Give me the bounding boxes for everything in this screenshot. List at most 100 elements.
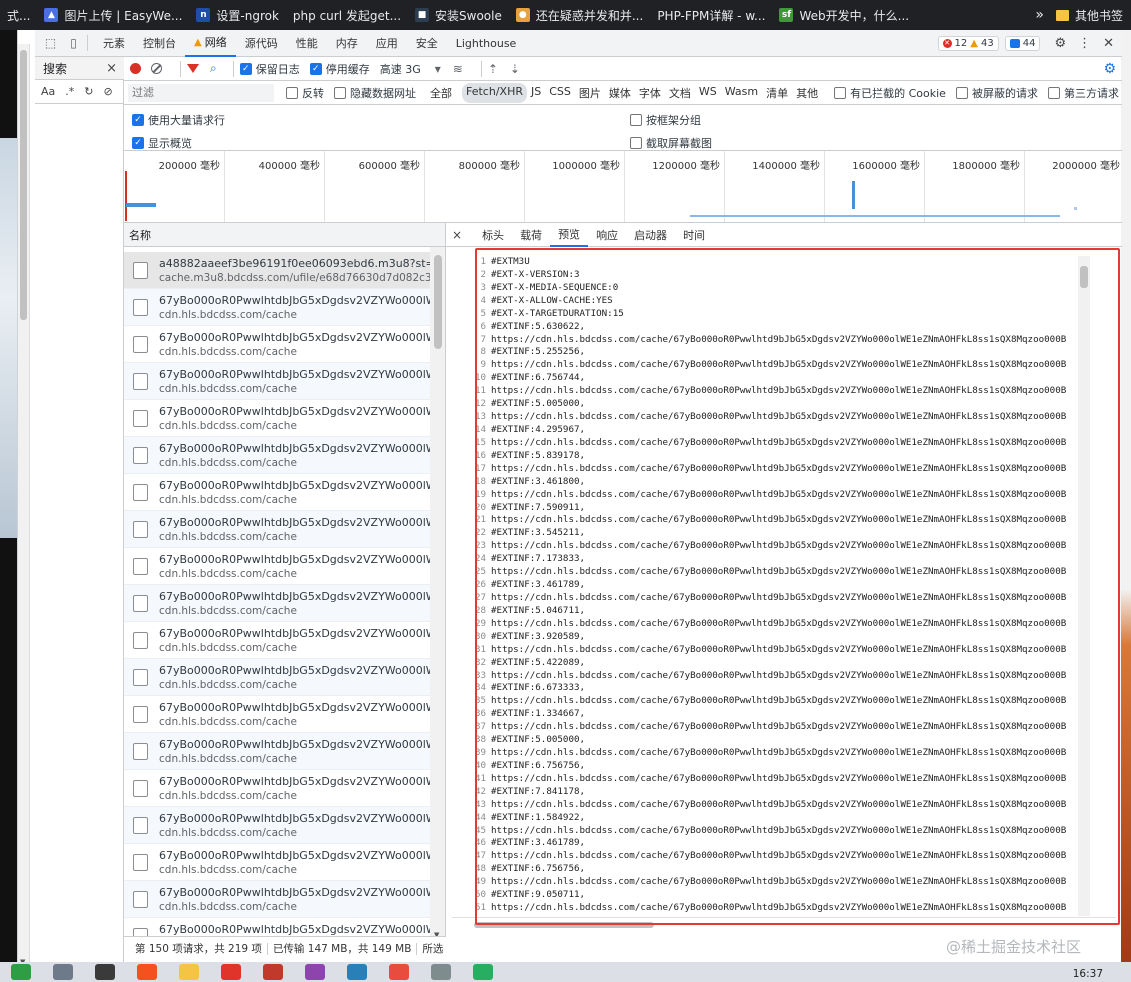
bookmark-item[interactable]: ● 还在疑惑并发和并... — [509, 0, 650, 30]
type-filter-0[interactable]: Fetch/XHR — [462, 82, 527, 103]
invert-checkbox[interactable]: 反转 — [286, 85, 324, 101]
detail-tab-3[interactable]: 响应 — [588, 223, 626, 247]
tab-2[interactable]: ▲ 网络 — [185, 30, 236, 57]
type-filter-7[interactable]: WS — [695, 83, 721, 103]
table-row[interactable]: 67yBo000oR0PwwlhtdbJbG5xDgdsv2VZYWo000lW… — [124, 696, 430, 733]
close-detail-icon[interactable]: × — [452, 228, 462, 242]
type-filter-8[interactable]: Wasm — [721, 83, 762, 103]
app-icon[interactable] — [221, 964, 241, 980]
inspect-element-icon[interactable]: ⬚ — [43, 36, 58, 51]
tab-5[interactable]: 内存 — [327, 30, 367, 57]
filter-icon[interactable] — [187, 64, 199, 73]
preview-content[interactable]: 1 #EXTM3U 2 #EXT-X-VERSION:3 3 #EXT-X-MEDIA-S… — [475, 256, 1104, 916]
export-har-icon[interactable]: ⇣ — [510, 62, 520, 76]
scrollbar-thumb[interactable] — [20, 50, 27, 320]
app-icon[interactable] — [263, 964, 283, 980]
tab-8[interactable]: Lighthouse — [447, 30, 526, 57]
table-row[interactable]: 67yBo000oR0PwwlhtdbJbG5xDgdsv2VZYWo000lW… — [124, 881, 430, 918]
type-filter-3[interactable]: 图片 — [575, 83, 605, 103]
wechat-app-icon[interactable] — [11, 964, 31, 980]
search-panel-close-icon[interactable]: × — [106, 61, 117, 76]
type-filter-9[interactable]: 清单 — [762, 83, 792, 103]
bookmark-item[interactable]: php curl 发起get... — [286, 0, 408, 30]
type-filter-6[interactable]: 文档 — [665, 83, 695, 103]
tab-4[interactable]: 性能 — [287, 30, 327, 57]
show-overview-checkbox[interactable]: ✓ 显示概览 — [132, 135, 192, 151]
tab-6[interactable]: 应用 — [367, 30, 407, 57]
table-row[interactable]: 67yBo000oR0PwwlhtdbJbG5xDgdsv2VZYWo000lW… — [124, 326, 430, 363]
disable-cache-checkbox[interactable]: ✓ 停用缓存 — [309, 61, 370, 77]
hex-editor-icon[interactable] — [305, 964, 325, 980]
detail-tab-5[interactable]: 时间 — [675, 223, 713, 247]
detail-tab-0[interactable]: 标头 — [474, 223, 512, 247]
import-har-icon[interactable]: ⇡ — [488, 62, 498, 76]
app-icon[interactable] — [53, 964, 73, 980]
error-counter[interactable]: ✕ 12 ▲ 43 — [937, 35, 999, 51]
request-list-scrollbar[interactable]: ▼ — [430, 247, 445, 939]
preview-horizontal-scrollbar[interactable] — [452, 917, 1116, 931]
scrollbar-thumb[interactable] — [474, 922, 654, 928]
device-toolbar-icon[interactable]: ▯ — [66, 36, 81, 51]
regex-icon[interactable]: .* — [65, 85, 74, 98]
detail-tab-1[interactable]: 载荷 — [512, 223, 550, 247]
bookmark-item[interactable]: ■ 安装Swoole — [408, 0, 509, 30]
table-row[interactable]: 67yBo000oR0PwwlhtdbJbG5xDgdsv2VZYWo000lW… — [124, 289, 430, 326]
table-row[interactable]: 67yBo000oR0PwwlhtdbJbG5xDgdsv2VZYWo000lW… — [124, 622, 430, 659]
table-row[interactable]: 67yBo000oR0PwwlhtdbJbG5xDgdsv2VZYWo000lW… — [124, 585, 430, 622]
tab-7[interactable]: 安全 — [407, 30, 447, 57]
clear-search-icon[interactable]: ⊘ — [103, 85, 112, 98]
timeline-overview[interactable]: 200000 毫秒 400000 毫秒 600000 毫秒 800000 毫秒 1000… — [124, 151, 1122, 223]
other-bookmarks-folder[interactable]: 其他书签 — [1052, 7, 1131, 24]
bookmark-item[interactable]: n 设置-ngrok — [189, 0, 286, 30]
capture-screenshots-checkbox[interactable]: 截取屏幕截图 — [630, 135, 712, 151]
hide-data-urls-checkbox[interactable]: 隐藏数据网址 — [334, 85, 416, 101]
tab-3[interactable]: 源代码 — [236, 30, 287, 57]
third-party-checkbox[interactable]: 第三方请求 — [1047, 85, 1119, 101]
group-by-frame-checkbox[interactable]: 按框架分组 — [630, 112, 701, 128]
table-row[interactable]: a48882aaeef3be96191f0ee06093ebd6.m3u8?st… — [124, 252, 430, 289]
blocked-requests-checkbox[interactable]: 被屏蔽的请求 — [955, 85, 1038, 101]
bookmark-item[interactable]: ▲ 图片上传 | EasyWe... — [37, 0, 189, 30]
network-settings-gear-icon[interactable]: ⚙ — [1103, 61, 1116, 77]
match-case-icon[interactable]: Aa — [41, 85, 55, 98]
app-icon[interactable] — [431, 964, 451, 980]
table-row[interactable]: 67yBo000oR0PwwlhtdbJbG5xDgdsv2VZYWo000lW… — [124, 400, 430, 437]
type-filter-2[interactable]: CSS — [545, 83, 575, 103]
message-counter[interactable]: 44 — [1004, 35, 1041, 51]
bookmark-item[interactable]: sf Web开发中，什么... — [772, 0, 916, 30]
search-icon[interactable]: ⌕ — [210, 61, 217, 76]
tab-1[interactable]: 控制台 — [134, 30, 185, 57]
network-conditions-icon[interactable]: ≋ — [453, 62, 463, 76]
detail-tab-4[interactable]: 启动器 — [626, 223, 675, 247]
chevron-down-icon[interactable]: ▾ — [435, 62, 441, 76]
preview-scrollbar[interactable] — [1078, 256, 1090, 916]
refresh-icon[interactable]: ↻ — [84, 85, 93, 98]
app-icon[interactable] — [137, 964, 157, 980]
app-icon[interactable] — [95, 964, 115, 980]
column-header-name[interactable]: 名称 — [124, 223, 445, 247]
table-row[interactable]: 67yBo000oR0PwwlhtdbJbG5xDgdsv2VZYWo000lW… — [124, 844, 430, 881]
type-filter-1[interactable]: JS — [527, 83, 545, 103]
bookmark-item[interactable]: 式... — [0, 0, 37, 30]
clear-icon[interactable] — [151, 63, 162, 74]
bookmark-item[interactable]: PHP-FPM详解 - w... — [650, 0, 772, 30]
table-row[interactable]: 67yBo000oR0PwwlhtdbJbG5xDgdsv2VZYWo000lW… — [124, 733, 430, 770]
type-filter-4[interactable]: 媒体 — [605, 83, 635, 103]
table-row[interactable]: 67yBo000oR0PwwlhtdbJbG5xDgdsv2VZYWo000lW… — [124, 511, 430, 548]
table-row[interactable]: 67yBo000oR0PwwlhtdbJbG5xDgdsv2VZYWo000lW… — [124, 474, 430, 511]
bookmarks-overflow-icon[interactable]: » — [1027, 7, 1052, 23]
app-icon[interactable] — [389, 964, 409, 980]
table-row[interactable]: 67yBo000oR0PwwlhtdbJbG5xDgdsv2VZYWo000lW… — [124, 363, 430, 400]
filter-all[interactable]: 全部 — [426, 83, 456, 103]
preserve-log-checkbox[interactable]: ✓ 保留日志 — [239, 61, 300, 77]
type-filter-5[interactable]: 字体 — [635, 83, 665, 103]
table-row[interactable]: 67yBo000oR0PwwlhtdbJbG5xDgdsv2VZYWo000lW… — [124, 659, 430, 696]
more-options-icon[interactable]: ⋮ — [1078, 36, 1091, 51]
table-row[interactable]: 67yBo000oR0PwwlhtdbJbG5xDgdsv2VZYWo000lW… — [124, 437, 430, 474]
close-devtools-icon[interactable]: ✕ — [1103, 36, 1114, 51]
throttling-select[interactable]: 高速 3G — [380, 61, 421, 77]
tab-0[interactable]: 元素 — [94, 30, 134, 57]
app-icon[interactable] — [473, 964, 493, 980]
record-icon[interactable] — [130, 63, 141, 74]
table-row[interactable]: 67yBo000oR0PwwlhtdbJbG5xDgdsv2VZYWo000lW… — [124, 770, 430, 807]
